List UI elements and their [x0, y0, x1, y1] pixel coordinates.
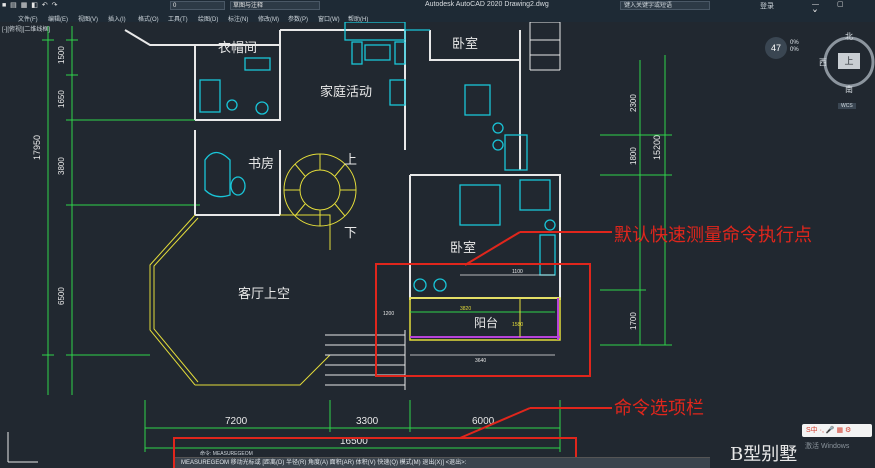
steering-wheel[interactable]: 47: [765, 37, 787, 59]
dim-right-2300: 2300: [629, 94, 638, 112]
workspace-dropdown[interactable]: 草图与注释: [230, 1, 320, 10]
ucs-icon: [7, 432, 38, 463]
dim-left-6500: 6500: [57, 287, 66, 305]
dim-bottom-7200: 7200: [225, 416, 248, 427]
app-title: Autodesk AutoCAD 2020 Drawing2.dwg: [425, 1, 549, 8]
dim-balcony-1100: 1100: [512, 269, 523, 275]
walls: [124, 29, 561, 300]
layer-dropdown[interactable]: 0: [170, 1, 225, 10]
stair-up: 上: [344, 152, 357, 167]
dim-left-1650: 1650: [57, 90, 66, 108]
room-bedroom-top: 卧室: [452, 36, 478, 51]
menu-parameter[interactable]: 参数(P): [288, 14, 308, 23]
menu-insert[interactable]: 插入(I): [108, 14, 126, 23]
command-line[interactable]: MEASUREGEOM 移动光标或 [距离(D) 半径(R) 角度(A) 面积(…: [175, 457, 710, 468]
menu-file[interactable]: 文件(F): [18, 14, 38, 23]
room-study: 书房: [248, 156, 274, 171]
nav-percent-bottom: 0%: [790, 47, 799, 53]
sign-in-button[interactable]: 登录: [760, 1, 774, 11]
menu-edit[interactable]: 编辑(E): [48, 14, 68, 23]
exterior-stair: [325, 21, 561, 390]
menu-help[interactable]: 帮助(H): [348, 14, 368, 23]
dim-left-total: 17950: [32, 135, 42, 160]
room-bedroom-mid: 卧室: [450, 240, 476, 255]
dim-left-3800: 3800: [57, 157, 66, 175]
annotation-boxes: [173, 231, 612, 468]
viewport-controls[interactable]: [-][俯视][二维线框]: [2, 24, 50, 33]
left-dimensions: [42, 26, 200, 395]
viewcube-top-face[interactable]: 上: [838, 53, 860, 69]
menu-window[interactable]: 窗口(W): [318, 14, 340, 23]
drawing-canvas[interactable]: 17950 1500 1650 3800 6500 2300 1800 1520…: [0, 0, 875, 468]
nav-percent: 0% 0%: [790, 40, 799, 54]
dim-balcony-3820: 3820: [460, 306, 471, 312]
menu-draw[interactable]: 绘图(D): [198, 14, 218, 23]
command-history: 命令: MEASUREGEOM: [200, 451, 253, 457]
balcony: [409, 274, 561, 356]
compass-south: 南: [845, 84, 853, 94]
compass-west: 西: [819, 58, 827, 67]
room-balcony: 阳台: [474, 315, 498, 330]
wcs-dropdown[interactable]: WCS: [838, 103, 856, 109]
staircase: [149, 153, 357, 386]
annotation-measure-point: 默认快速测量命令执行点: [614, 225, 812, 245]
ime-toolbar[interactable]: S中 ·, 🎤 ▦ ⚙: [802, 424, 872, 437]
dim-right-1700: 1700: [629, 312, 638, 330]
nav-percent-top: 0%: [790, 40, 799, 46]
search-input[interactable]: 键入关键字或短语: [620, 1, 710, 10]
menu-modify[interactable]: 修改(M): [258, 14, 279, 23]
dim-bottom-3300: 3300: [356, 416, 379, 427]
room-cloakroom: 衣帽间: [218, 40, 257, 55]
menu-view[interactable]: 视图(V): [78, 14, 98, 23]
quick-access-toolbar[interactable]: ■ ▤ ▦ ◧ ↶ ↷: [2, 1, 59, 9]
room-living-void: 客厅上空: [238, 286, 290, 301]
activate-windows-notice: 激活 Windows: [805, 443, 850, 450]
dim-left-1500: 1500: [57, 46, 66, 64]
annotation-command-options: 命令选项栏: [614, 398, 704, 418]
menu-bar: 文件(F) 编辑(E) 视图(V) 插入(I) 格式(O) 工具(T) 绘图(D…: [0, 12, 875, 23]
dim-right-1800: 1800: [629, 147, 638, 165]
menu-format[interactable]: 格式(O): [138, 14, 159, 23]
room-family-activity: 家庭活动: [320, 84, 372, 99]
title-bar: ■ ▤ ▦ ◧ ↶ ↷ 0 草图与注释 Autodesk AutoCAD 202…: [0, 0, 875, 16]
dim-balcony-1200: 1200: [383, 311, 394, 317]
menu-tools[interactable]: 工具(T): [168, 14, 188, 23]
watermark: B型别墅: [730, 444, 798, 465]
compass-north: 北: [845, 32, 853, 41]
dim-balcony-1580: 1580: [512, 322, 523, 328]
menu-dimension[interactable]: 标注(N): [228, 14, 248, 23]
dim-balcony-3640: 3640: [475, 358, 486, 364]
stair-down: 下: [344, 225, 357, 240]
dim-right-15200: 15200: [652, 135, 662, 160]
